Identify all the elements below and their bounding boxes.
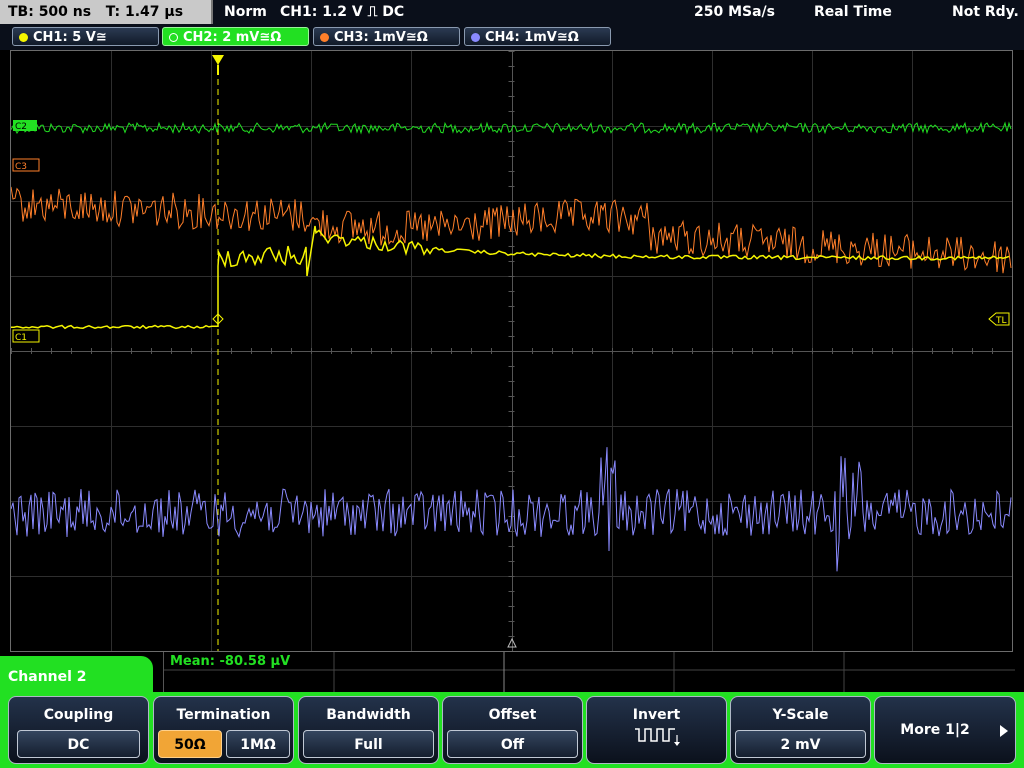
invert-title: Invert <box>632 707 681 723</box>
offset-softkey[interactable]: Offset Off <box>442 696 583 764</box>
invert-softkey[interactable]: Invert <box>586 696 727 764</box>
tab-ch4[interactable]: CH4: 1mV≅Ω <box>464 27 611 46</box>
more-softkey[interactable]: More 1|2 <box>874 696 1016 764</box>
trigger-level-marker[interactable]: TL <box>988 312 1010 326</box>
trigger-mode[interactable]: Norm <box>224 0 267 24</box>
ch3-ground-marker[interactable]: C3 <box>12 158 40 172</box>
ch2-label: CH2: 2 mV≅Ω <box>183 30 282 45</box>
svg-text:C3: C3 <box>15 162 27 172</box>
acquisition-mode: Real Time <box>814 4 892 20</box>
timebase-box[interactable]: TB: 500 ns T: 1.47 µs <box>0 0 213 24</box>
softkey-bar: Coupling DC Termination 50Ω 1MΩ Bandwidt… <box>0 692 1024 768</box>
trigger-position-marker[interactable] <box>212 55 224 65</box>
inverted-square-wave-icon <box>634 728 680 746</box>
coupling-title: Coupling <box>43 707 114 723</box>
ch4-color-dot <box>471 33 480 42</box>
offset-title: Offset <box>488 707 537 723</box>
ch3-color-dot <box>320 33 329 42</box>
offset-value[interactable]: Off <box>447 730 578 758</box>
bandwidth-title: Bandwidth <box>326 707 411 723</box>
waveform-display[interactable]: C2 C3 C1 TL <box>10 50 1013 652</box>
ch1-label: CH1: 5 V≅ <box>33 30 107 45</box>
tab-ch3[interactable]: CH3: 1mV≅Ω <box>313 27 460 46</box>
svg-text:C2: C2 <box>15 122 27 132</box>
yscale-value[interactable]: 2 mV <box>735 730 866 758</box>
more-label: More 1|2 <box>900 722 970 738</box>
chevron-right-icon <box>1000 725 1008 737</box>
termination-softkey[interactable]: Termination 50Ω 1MΩ <box>153 696 294 764</box>
yscale-title: Y-Scale <box>772 707 829 723</box>
ch3-waveform <box>11 186 1012 274</box>
ch1-color-dot <box>19 33 28 42</box>
graticule <box>11 51 1012 651</box>
waveform-svg: C2 C3 C1 TL <box>11 51 1012 651</box>
measurement-panel[interactable]: Mean: -80.58 µV <box>163 652 1015 692</box>
tab-ch1[interactable]: CH1: 5 V≅ <box>12 27 159 46</box>
measurement-grid <box>164 652 1015 692</box>
tab-ch2[interactable]: CH2: 2 mV≅Ω <box>162 27 309 46</box>
status-bar: TB: 500 ns T: 1.47 µs Norm CH1: 1.2 V ⎍ … <box>0 0 1024 24</box>
termination-title: Termination <box>176 707 271 723</box>
coupling-value[interactable]: DC <box>17 730 140 758</box>
ready-status: Not Rdy. <box>952 4 1019 20</box>
timebase-value: TB: 500 ns <box>8 4 92 20</box>
bandwidth-value[interactable]: Full <box>303 730 434 758</box>
channel-bar: CH1: 5 V≅ CH2: 2 mV≅Ω CH3: 1mV≅Ω CH4: 1m… <box>0 24 1024 50</box>
trigger-source[interactable]: CH1: 1.2 V ⎍ DC <box>280 0 404 24</box>
ch2-waveform <box>11 121 1012 135</box>
coupling-softkey[interactable]: Coupling DC <box>8 696 149 764</box>
bandwidth-softkey[interactable]: Bandwidth Full <box>298 696 439 764</box>
ch2-color-dot <box>169 33 178 42</box>
ch4-waveform <box>11 447 1012 572</box>
ch3-label: CH3: 1mV≅Ω <box>334 30 428 45</box>
ch4-label: CH4: 1mV≅Ω <box>485 30 579 45</box>
termination-1mohm-option[interactable]: 1MΩ <box>226 730 290 758</box>
sample-rate: 250 MSa/s <box>694 4 776 20</box>
termination-50ohm-option[interactable]: 50Ω <box>158 730 222 758</box>
yscale-softkey[interactable]: Y-Scale 2 mV <box>730 696 871 764</box>
svg-text:C1: C1 <box>15 333 27 343</box>
ch1-ground-marker[interactable]: C1 <box>12 329 40 343</box>
ch1-waveform <box>11 225 1010 330</box>
svg-text:TL: TL <box>995 316 1007 326</box>
ch2-ground-marker[interactable]: C2 <box>13 120 37 132</box>
trigger-time-value: T: 1.47 µs <box>105 4 184 20</box>
